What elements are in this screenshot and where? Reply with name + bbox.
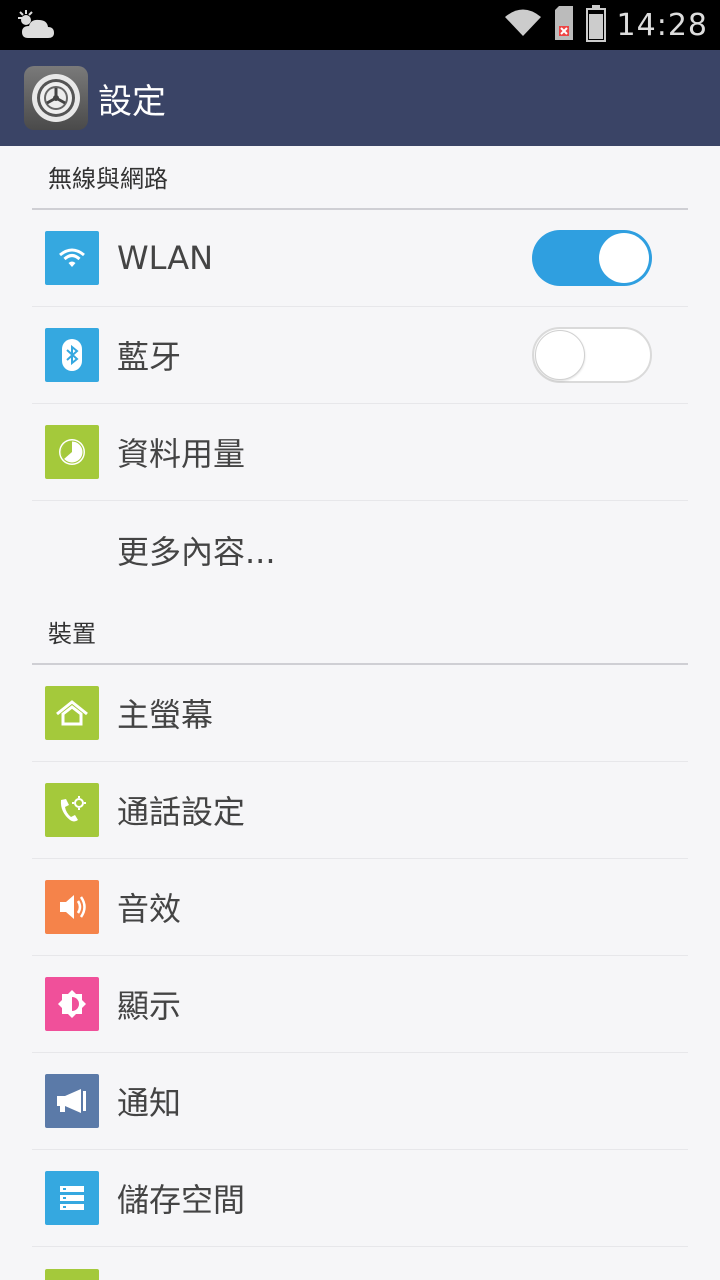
settings-item-wlan[interactable]: WLAN: [32, 210, 688, 307]
settings-item-battery[interactable]: 電池: [32, 1247, 688, 1280]
bluetooth-icon: [45, 328, 99, 382]
clock: 14:28: [616, 7, 708, 43]
settings-item-bluetooth[interactable]: 藍牙: [32, 307, 688, 404]
settings-item-call-settings[interactable]: 通話設定: [32, 762, 688, 859]
settings-item-label: WLAN: [117, 239, 214, 277]
settings-item-label: 儲存空間: [117, 1181, 246, 1219]
settings-item-label: 音效: [117, 890, 182, 928]
page-title: 設定: [98, 81, 166, 122]
toggle-knob: [599, 233, 649, 283]
settings-item-more[interactable]: 更多內容...: [32, 501, 688, 598]
settings-item-sound[interactable]: 音效: [32, 859, 688, 956]
wifi-icon: [45, 231, 99, 285]
settings-item-display[interactable]: 顯示: [32, 956, 688, 1053]
wlan-toggle[interactable]: [532, 230, 652, 286]
bluetooth-toggle[interactable]: [532, 327, 652, 383]
weather-icon: [16, 8, 56, 46]
home-icon: [45, 686, 99, 740]
settings-item-label: 資料用量: [117, 435, 246, 473]
toggle-knob: [535, 330, 585, 380]
battery-icon: [585, 4, 607, 46]
settings-gear-icon[interactable]: [24, 66, 88, 130]
section-header-wireless: 無線與網路: [32, 146, 688, 210]
wifi-signal-icon: [503, 8, 543, 42]
settings-list[interactable]: 無線與網路 WLAN 藍牙 資料用量 更多內容... 裝置 主螢幕 通話設定 音…: [0, 146, 720, 1280]
settings-item-label: 電池: [117, 1273, 181, 1280]
call-settings-icon: [45, 783, 99, 837]
settings-item-label: 通知: [117, 1084, 182, 1122]
sound-icon: [45, 880, 99, 934]
action-bar: 設定: [0, 50, 720, 146]
settings-item-storage[interactable]: 儲存空間: [32, 1150, 688, 1247]
settings-item-home-screen[interactable]: 主螢幕: [32, 665, 688, 762]
settings-item-label: 通話設定: [117, 793, 246, 831]
display-icon: [45, 977, 99, 1031]
notification-icon: [45, 1074, 99, 1128]
settings-item-notifications[interactable]: 通知: [32, 1053, 688, 1150]
settings-item-label: 顯示: [117, 987, 182, 1025]
settings-item-data-usage[interactable]: 資料用量: [32, 404, 688, 501]
settings-item-label: 主螢幕: [117, 696, 214, 734]
battery-icon: [45, 1268, 99, 1280]
data-usage-icon: [45, 425, 99, 479]
settings-item-label: 藍牙: [117, 338, 182, 376]
settings-item-label: 更多內容...: [117, 532, 276, 571]
sim-card-icon: [553, 4, 575, 46]
storage-icon: [45, 1171, 99, 1225]
section-header-device: 裝置: [32, 598, 688, 665]
status-bar: 14:28: [0, 0, 720, 50]
